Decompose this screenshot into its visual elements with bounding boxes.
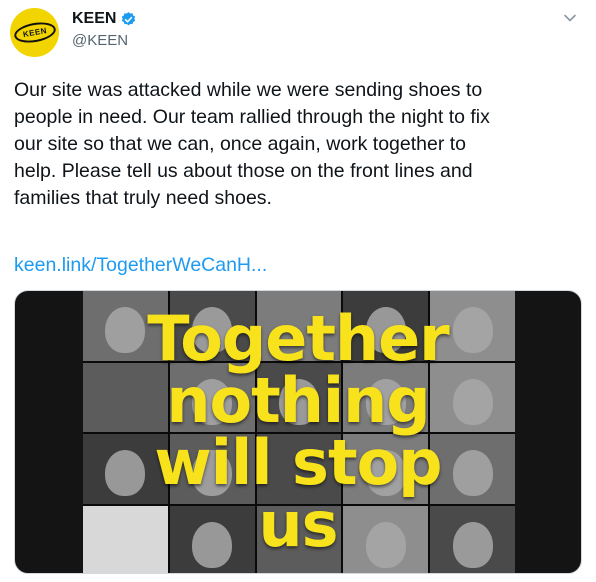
user-handle[interactable]: @KEEN <box>72 32 128 49</box>
media-image[interactable]: Together nothing will stop us <box>14 290 582 574</box>
author-name-row: KEEN <box>72 10 137 28</box>
tweet-link[interactable]: keen.link/TogetherWeCanH... <box>14 252 267 279</box>
overlay-line: nothing <box>166 364 430 437</box>
media-overlay-text: Together nothing will stop us <box>15 291 581 573</box>
overlay-line: Together <box>147 302 449 375</box>
overlay-line: will stop <box>154 426 442 499</box>
keen-logo: KEEN <box>12 19 57 46</box>
tweet-card: KEEN KEEN @KEEN Our site was attacked wh… <box>0 0 596 582</box>
tweet-text: Our site was attacked while we were send… <box>14 79 490 209</box>
verified-badge-icon <box>122 11 136 25</box>
chevron-down-icon[interactable] <box>562 10 578 26</box>
display-name[interactable]: KEEN <box>72 10 116 28</box>
avatar-text: KEEN <box>21 25 48 40</box>
overlay-line: us <box>258 488 338 561</box>
avatar[interactable]: KEEN <box>10 8 59 57</box>
